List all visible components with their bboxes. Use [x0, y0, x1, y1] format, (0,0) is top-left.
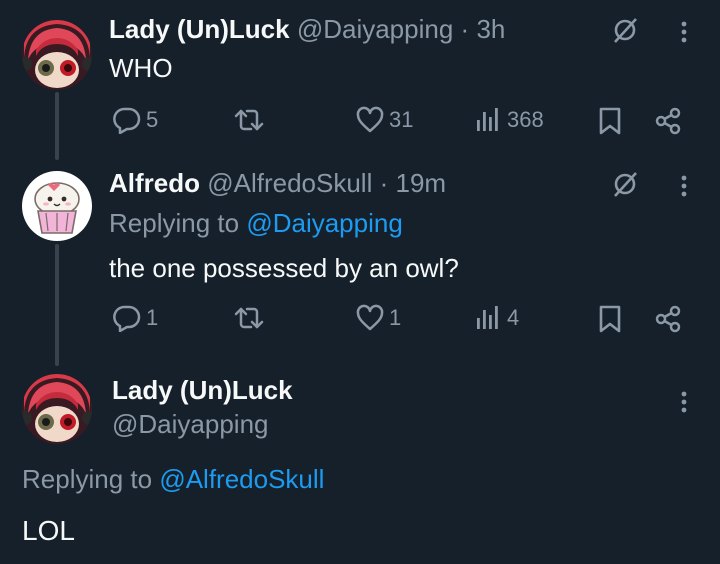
bookmark-icon[interactable]: [597, 304, 623, 334]
more-icon[interactable]: [680, 390, 688, 414]
display-name-text: Lady (Un)Luck: [112, 375, 293, 405]
bookmark-icon[interactable]: [597, 106, 623, 136]
tweet-text: the one possessed by an owl?: [109, 253, 459, 283]
display-name[interactable]: Alfredo: [109, 168, 200, 198]
like-count: 31: [389, 107, 414, 132]
tweet-header: Alfredo @AlfredoSkull · 19m: [109, 168, 446, 198]
share-icon[interactable]: [653, 304, 683, 334]
display-name[interactable]: Lady (Un)Luck: [109, 14, 290, 44]
heart-icon: [355, 304, 385, 332]
thread-connector: [55, 244, 59, 366]
tweet-header: Lady (Un)Luck @Daiyapping · 3h: [109, 14, 505, 44]
handle[interactable]: @Daiyapping: [297, 14, 453, 44]
avatar[interactable]: [22, 20, 92, 90]
replying-to: Replying to @AlfredoSkull: [22, 464, 324, 494]
like-count: 1: [389, 305, 402, 330]
grok-icon[interactable]: [611, 170, 639, 198]
reply-count: 5: [146, 107, 159, 132]
timestamp[interactable]: 3h: [476, 14, 505, 44]
reply-icon: [112, 304, 142, 332]
repost-icon: [232, 304, 266, 332]
repost-icon: [232, 106, 266, 134]
view-count: 4: [507, 305, 520, 330]
like-button[interactable]: 1: [355, 304, 401, 332]
avatar[interactable]: [22, 374, 92, 444]
separator: ·: [460, 14, 470, 44]
reply-count: 1: [146, 305, 159, 330]
timestamp[interactable]: 19m: [396, 168, 447, 198]
repost-button[interactable]: [232, 106, 266, 134]
handle[interactable]: @Daiyapping: [112, 409, 268, 439]
more-icon[interactable]: [680, 20, 688, 44]
heart-icon: [355, 106, 385, 134]
reply-button[interactable]: 1: [112, 304, 158, 332]
reply-icon: [112, 106, 142, 134]
like-button[interactable]: 31: [355, 106, 413, 134]
views-button[interactable]: 4: [473, 304, 519, 332]
grok-icon[interactable]: [611, 16, 639, 44]
repost-button[interactable]: [232, 304, 266, 332]
views-icon: [473, 106, 503, 134]
handle[interactable]: @AlfredoSkull: [207, 168, 372, 198]
handle-text: @Daiyapping: [112, 409, 269, 439]
reply-button[interactable]: 5: [112, 106, 158, 134]
thread-view: Lady (Un)Luck @Daiyapping · 3h WHO 5 31 …: [0, 0, 720, 564]
mention-link[interactable]: @AlfredoSkull: [159, 464, 324, 494]
views-icon: [473, 304, 503, 332]
view-count: 368: [507, 107, 544, 132]
tweet-text: LOL: [22, 515, 75, 546]
replying-to-label: Replying to: [109, 208, 240, 238]
avatar[interactable]: [22, 171, 92, 241]
display-name[interactable]: Lady (Un)Luck: [112, 375, 293, 405]
replying-to: Replying to @Daiyapping: [109, 208, 403, 238]
share-icon[interactable]: [653, 106, 683, 136]
more-icon[interactable]: [680, 174, 688, 198]
views-button[interactable]: 368: [473, 106, 544, 134]
separator: ·: [379, 168, 389, 198]
tweet-text: WHO: [109, 53, 173, 83]
replying-to-label: Replying to: [22, 464, 153, 494]
mention-link[interactable]: @Daiyapping: [246, 208, 402, 238]
thread-connector: [55, 92, 59, 160]
